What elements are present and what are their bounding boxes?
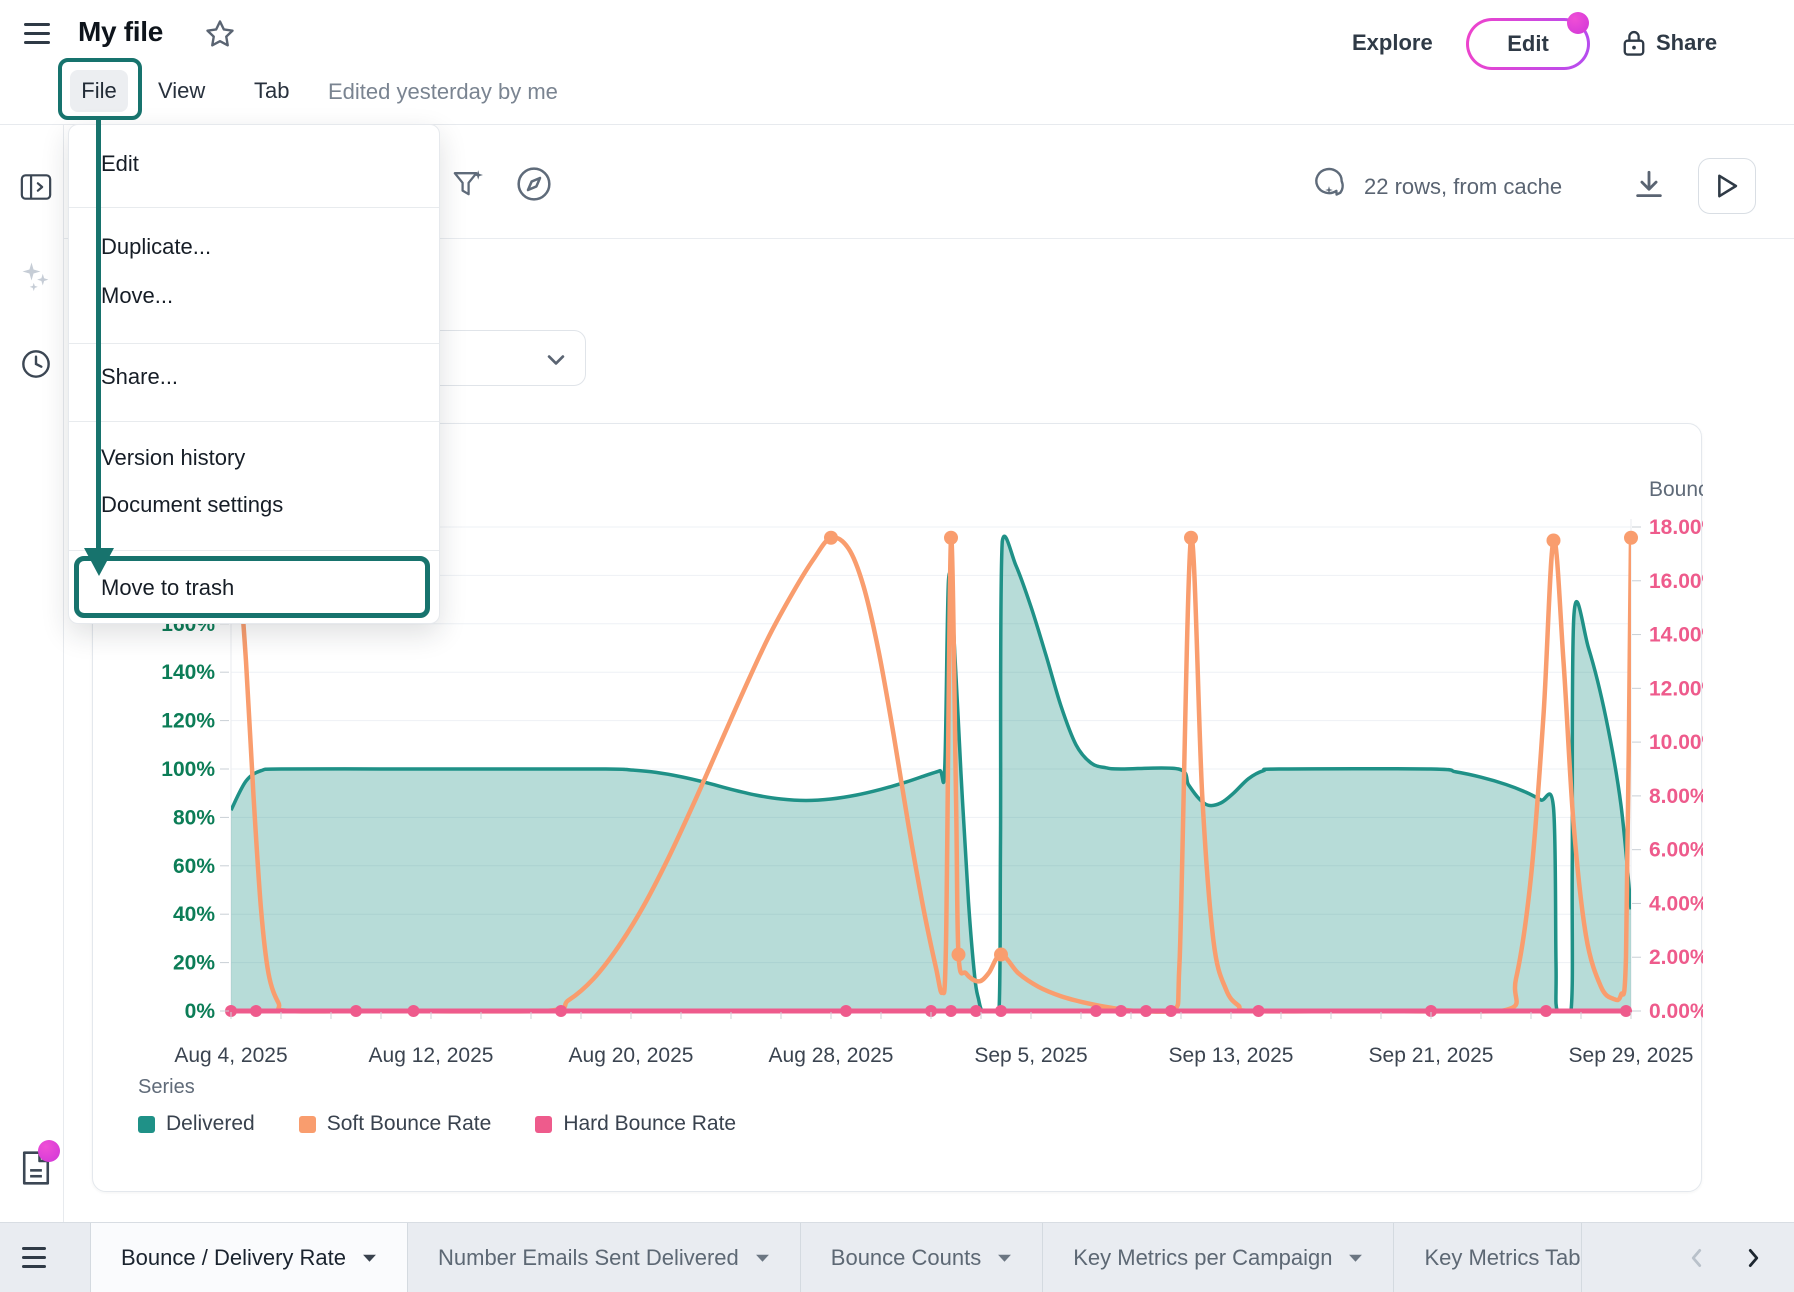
annotation-arrow — [96, 120, 101, 550]
legend-label: Soft Bounce Rate — [327, 1112, 492, 1136]
svg-text:6.00%: 6.00% — [1649, 839, 1703, 862]
run-button[interactable] — [1698, 158, 1756, 214]
tabs-scroll-right-icon[interactable] — [1740, 1245, 1766, 1276]
explore-button[interactable]: Explore — [1352, 30, 1433, 56]
legend-swatch — [299, 1116, 316, 1133]
tab-bounce-delivery-rate[interactable]: Bounce / Delivery Rate — [90, 1223, 408, 1292]
tab-caret-icon — [362, 1253, 377, 1263]
tab-caret-icon — [1348, 1253, 1363, 1263]
file-menu-dropdown: Edit Duplicate...Move... Share... Version h… — [68, 124, 440, 624]
menubar-view[interactable]: View — [158, 78, 205, 104]
tab-label: Bounce / Delivery Rate — [121, 1245, 346, 1271]
legend-item-soft-bounce-rate[interactable]: Soft Bounce Rate — [299, 1112, 492, 1136]
svg-text:Aug 28, 2025: Aug 28, 2025 — [769, 1044, 894, 1067]
menu-item-edit[interactable]: Edit — [69, 140, 439, 188]
menu-item-version-history[interactable]: Version history — [69, 434, 439, 482]
tab-caret-icon — [997, 1253, 1012, 1263]
svg-text:40%: 40% — [173, 903, 215, 926]
svg-text:0.00%: 0.00% — [1649, 1000, 1703, 1023]
app-window: My file Explore Edit Share File View Tab… — [0, 0, 1794, 1292]
annotation-box-file — [58, 58, 142, 120]
rows-status: 22 rows, from cache — [1364, 174, 1562, 200]
svg-text:4.00%: 4.00% — [1649, 892, 1703, 915]
svg-text:Aug 12, 2025: Aug 12, 2025 — [369, 1044, 494, 1067]
panel-toggle-icon[interactable] — [20, 172, 52, 207]
tab-number-emails-sent-delivered[interactable]: Number Emails Sent Delivered — [408, 1223, 801, 1292]
menubar-tab[interactable]: Tab — [254, 78, 289, 104]
svg-text:Bounce: Bounce — [1649, 478, 1703, 501]
svg-text:0%: 0% — [185, 1000, 216, 1023]
svg-text:14.00%: 14.00% — [1649, 624, 1703, 647]
bottom-tab-bar: Bounce / Delivery Rate Number Emails Sent… — [0, 1222, 1794, 1292]
svg-text:Aug 4, 2025: Aug 4, 2025 — [174, 1044, 287, 1067]
svg-text:2.00%: 2.00% — [1649, 946, 1703, 969]
legend-swatch — [138, 1116, 155, 1133]
main-menu-icon[interactable] — [24, 23, 50, 44]
page-title: My file — [78, 16, 163, 48]
tabs-menu-icon[interactable] — [22, 1247, 46, 1268]
svg-text:10.00%: 10.00% — [1649, 731, 1703, 754]
menu-item-move[interactable]: Move... — [69, 272, 439, 320]
tab-key-metrics-per-campaign[interactable]: Key Metrics per Campaign — [1043, 1223, 1394, 1292]
svg-text:20%: 20% — [173, 952, 215, 975]
tab-label: Number Emails Sent Delivered — [438, 1245, 739, 1271]
compass-icon[interactable] — [514, 164, 554, 209]
filter-sparkle-icon[interactable] — [450, 166, 486, 207]
document-notification-dot — [38, 1140, 60, 1162]
svg-text:Sep 5, 2025: Sep 5, 2025 — [974, 1044, 1087, 1067]
legend-item-delivered[interactable]: Delivered — [138, 1112, 255, 1136]
lock-icon — [1620, 28, 1648, 63]
svg-text:8.00%: 8.00% — [1649, 785, 1703, 808]
chat-sparkle-icon[interactable] — [1310, 164, 1348, 207]
svg-text:Sep 29, 2025: Sep 29, 2025 — [1569, 1044, 1694, 1067]
svg-text:60%: 60% — [173, 855, 215, 878]
svg-text:Sep 21, 2025: Sep 21, 2025 — [1369, 1044, 1494, 1067]
legend-item-hard-bounce-rate[interactable]: Hard Bounce Rate — [535, 1112, 736, 1136]
edited-status: Edited yesterday by me — [328, 79, 558, 105]
legend-label: Hard Bounce Rate — [563, 1112, 736, 1136]
sparkles-icon[interactable] — [18, 258, 54, 299]
tab-label: Bounce Counts — [831, 1245, 981, 1271]
menu-divider — [69, 207, 439, 208]
share-button[interactable]: Share — [1656, 30, 1717, 56]
chevron-down-icon — [545, 349, 567, 371]
annotation-box-move-to-trash — [74, 556, 430, 618]
tab-label: Key Metrics per Campaign — [1073, 1245, 1332, 1271]
tab-caret-icon — [755, 1253, 770, 1263]
menu-item-document-settings[interactable]: Document settings — [69, 481, 439, 529]
tab-label: Key Metrics Tab — [1424, 1245, 1580, 1271]
menu-item-share[interactable]: Share... — [69, 353, 439, 401]
chart-legend: Delivered Soft Bounce Rate Hard Bounce Rat… — [138, 1112, 736, 1136]
history-clock-icon[interactable] — [20, 348, 52, 385]
download-icon[interactable] — [1632, 168, 1666, 207]
menu-divider — [69, 421, 439, 422]
legend-title: Series — [138, 1076, 195, 1099]
svg-text:140%: 140% — [161, 661, 215, 684]
svg-text:Sep 13, 2025: Sep 13, 2025 — [1169, 1044, 1294, 1067]
svg-text:18.00%: 18.00% — [1649, 516, 1703, 539]
svg-text:100%: 100% — [161, 758, 215, 781]
legend-swatch — [535, 1116, 552, 1133]
menu-item-duplicate[interactable]: Duplicate... — [69, 223, 439, 271]
menu-divider — [69, 343, 439, 344]
tab-bounce-counts[interactable]: Bounce Counts — [801, 1223, 1043, 1292]
svg-text:16.00%: 16.00% — [1649, 570, 1703, 593]
tabs-scroll-left-icon[interactable] — [1684, 1245, 1710, 1276]
star-icon[interactable] — [204, 18, 236, 55]
legend-label: Delivered — [166, 1112, 255, 1136]
svg-text:80%: 80% — [173, 806, 215, 829]
svg-text:12.00%: 12.00% — [1649, 677, 1703, 700]
svg-text:120%: 120% — [161, 710, 215, 733]
svg-text:Aug 20, 2025: Aug 20, 2025 — [569, 1044, 694, 1067]
edit-notification-dot — [1567, 12, 1589, 34]
tab-key-metrics-tab[interactable]: Key Metrics Tab — [1394, 1223, 1581, 1292]
menu-divider — [69, 550, 439, 551]
